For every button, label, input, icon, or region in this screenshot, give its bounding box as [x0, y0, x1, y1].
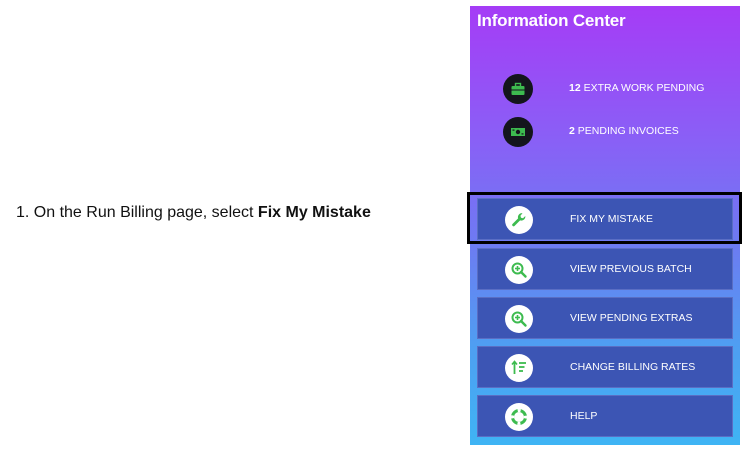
menu-item-view-previous-batch[interactable]: VIEW PREVIOUS BATCH: [477, 248, 733, 290]
stat-extra-work-pending[interactable]: 12 EXTRA WORK PENDING: [470, 74, 740, 104]
menu-item-label: VIEW PREVIOUS BATCH: [570, 263, 692, 275]
menu-item-view-pending-extras[interactable]: VIEW PENDING EXTRAS: [477, 297, 733, 339]
menu-item-label: VIEW PENDING EXTRAS: [570, 312, 693, 324]
menu-item-change-billing-rates[interactable]: CHANGE BILLING RATES: [477, 346, 733, 388]
information-center-panel: Information Center 12 EXTRA WORK PENDING…: [470, 6, 740, 445]
menu-item-label: CHANGE BILLING RATES: [570, 361, 696, 373]
lifebuoy-icon: [505, 403, 533, 431]
panel-title: Information Center: [477, 11, 626, 30]
stat-count: 2: [569, 125, 575, 137]
stat-label: 2 PENDING INVOICES: [569, 125, 679, 137]
stat-label: 12 EXTRA WORK PENDING: [569, 82, 705, 94]
zoom-in-icon: [505, 305, 533, 333]
money-icon: [503, 117, 533, 147]
stat-pending-invoices[interactable]: 2 PENDING INVOICES: [470, 117, 740, 147]
stat-count: 12: [569, 82, 581, 94]
instruction-text: 1. On the Run Billing page, select Fix M…: [16, 204, 371, 222]
menu-item-fix-my-mistake[interactable]: FIX MY MISTAKE: [477, 198, 733, 240]
menu-item-label: FIX MY MISTAKE: [570, 213, 654, 225]
sort-icon: [505, 354, 533, 382]
menu-item-label: HELP: [570, 410, 598, 422]
briefcase-icon: [503, 74, 533, 104]
zoom-in-icon: [505, 256, 533, 284]
instruction-prefix: 1. On the Run Billing page, select: [16, 204, 258, 221]
menu-item-help[interactable]: HELP: [477, 395, 733, 437]
instruction-emphasis: Fix My Mistake: [257, 204, 371, 221]
wrench-icon: [505, 206, 533, 234]
